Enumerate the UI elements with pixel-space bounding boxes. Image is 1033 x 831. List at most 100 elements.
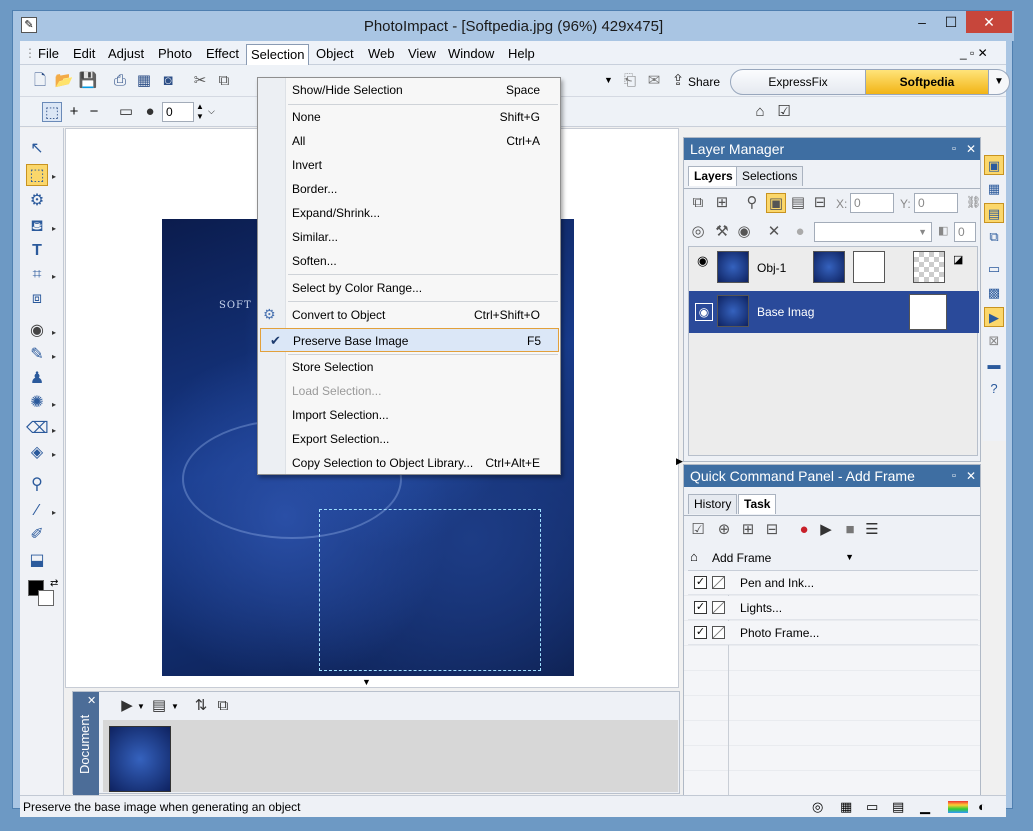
eye-tool-icon[interactable]: ◉ [26, 320, 48, 342]
stamp-tool-icon[interactable]: ♟ [26, 368, 48, 390]
task-row-pen-and-ink[interactable]: ✓ Pen and Ink... [688, 571, 978, 595]
task-checkbox[interactable]: ✓ [694, 626, 707, 639]
tab-task[interactable]: Task [738, 494, 777, 514]
share-label[interactable]: Share [688, 75, 720, 89]
stop-icon[interactable]: ■ [840, 520, 860, 540]
document-panel-tab[interactable]: ✕ Document [73, 692, 99, 795]
status-ruler-icon[interactable]: ▁ [920, 799, 930, 815]
status-zoom-icon[interactable]: ◐ [978, 799, 986, 814]
task-insert-icon[interactable]: ⊞ [738, 520, 758, 540]
status-size-icon[interactable]: ▭ [866, 799, 878, 815]
cut-icon[interactable]: ✂ [190, 71, 210, 91]
effect-tool-icon[interactable]: ✺ [26, 392, 48, 414]
camera-icon[interactable]: ◙ [158, 71, 178, 91]
layer-search-icon[interactable]: ⚲ [742, 193, 762, 213]
status-color-icon[interactable] [948, 801, 968, 813]
expressfix-button[interactable]: ExpressFix [730, 69, 866, 95]
y-position-input[interactable]: 0 [914, 193, 958, 213]
menu-item-preserve-base-image[interactable]: ✔ Preserve Base Image F5 [260, 328, 559, 352]
task-checkbox[interactable]: ✓ [694, 576, 707, 589]
menu-item-soften[interactable]: Soften... [258, 249, 560, 273]
soft-edge-input[interactable]: 0 [162, 102, 194, 122]
menu-item-export-selection[interactable]: Export Selection... [258, 427, 560, 451]
quick-command-toggle-icon[interactable]: ▤ [984, 203, 1004, 223]
record-icon[interactable]: ● [794, 520, 814, 540]
quick-panel-restore-icon[interactable]: ▫ [952, 465, 956, 487]
brush-tool-icon[interactable]: ✎ [26, 344, 48, 366]
opacity-input[interactable]: 0 [954, 222, 976, 242]
menu-item-invert[interactable]: Invert [258, 153, 560, 177]
tool-flyout-icon[interactable]: ▸ [52, 426, 56, 435]
frame-tool-icon[interactable]: ⧈ [26, 288, 48, 310]
document-panel-close-icon[interactable]: ✕ [87, 694, 96, 707]
layer-merge-icon[interactable]: ⧉ [688, 193, 708, 213]
marquee-shape-icon[interactable]: ▭ [116, 102, 136, 122]
menu-item-none[interactable]: None Shift+G [258, 105, 560, 129]
menu-adjust[interactable]: Adjust [104, 45, 148, 62]
crop-tool-icon[interactable]: ⌗ [26, 264, 48, 286]
menu-file[interactable]: File [34, 45, 63, 62]
copy-docs-icon[interactable]: ⧉ [213, 696, 233, 716]
play-dropdown-icon[interactable]: ▼ [137, 702, 145, 711]
task-list-icon[interactable]: ☰ [862, 520, 882, 540]
background-color-swatch[interactable] [38, 590, 54, 606]
task-row-lights[interactable]: ✓ Lights... [688, 596, 978, 620]
zoom-tool-icon[interactable]: ⚲ [26, 474, 48, 496]
menu-object[interactable]: Object [312, 45, 358, 62]
layer-row-base[interactable]: ◉ Base Imag [689, 291, 979, 333]
play-task-icon[interactable]: ▶ [816, 520, 836, 540]
share-icon[interactable]: ⇪ [668, 71, 688, 91]
sort-icon[interactable]: ⇅ [191, 696, 211, 716]
blend-mode-select[interactable]: ▼ [814, 222, 932, 242]
menu-item-expand-shrink[interactable]: Expand/Shrink... [258, 201, 560, 225]
tool-flyout-icon[interactable]: ▸ [52, 352, 56, 361]
easy-palette-icon[interactable]: ▦ [984, 179, 1004, 199]
layer-shadow-icon[interactable]: ● [790, 222, 810, 242]
quick-panel-close-icon[interactable]: ✕ [966, 465, 976, 487]
layer-view-icon[interactable]: ▣ [766, 193, 786, 213]
tool-flyout-icon[interactable]: ▸ [52, 172, 56, 181]
workspace-collapse-arrow[interactable]: ▼ [362, 677, 371, 687]
save-icon[interactable]: 💾 [78, 71, 98, 91]
spinner-arrows[interactable]: ▲ ▼ [196, 102, 204, 122]
layer-panel-restore-icon[interactable]: ▫ [952, 138, 956, 160]
selection-marquee[interactable] [319, 509, 541, 671]
task-checkbox[interactable]: ✓ [694, 601, 707, 614]
play-icon[interactable]: ▶ [117, 696, 137, 716]
layer-eye-icon[interactable]: ◉ [697, 253, 708, 269]
status-grid-icon[interactable]: ▦ [840, 799, 852, 815]
tab-history[interactable]: History [688, 494, 738, 514]
selection-tool-icon[interactable]: ⬚ [26, 164, 48, 186]
tool-flyout-icon[interactable]: ▸ [52, 328, 56, 337]
path-tool-icon[interactable]: ⬓ [26, 550, 48, 572]
layer-panel-close-icon[interactable]: ✕ [966, 138, 976, 160]
layer-tools-icon[interactable]: ⚒ [712, 222, 732, 242]
status-mask-icon[interactable]: ◎ [812, 799, 823, 815]
task-dropdown-arrow[interactable]: ▼ [845, 552, 854, 562]
view-dropdown-icon[interactable]: ▼ [171, 702, 179, 711]
task-label[interactable]: Lights... [740, 601, 782, 615]
pick-tool-icon[interactable]: ↖ [26, 138, 48, 160]
menu-edit[interactable]: Edit [69, 45, 99, 62]
bucket-tool-icon[interactable]: ⛾ [26, 216, 48, 238]
menu-item-similar[interactable]: Similar... [258, 225, 560, 249]
soften-icon[interactable]: ● [140, 102, 160, 122]
menu-item-import-selection[interactable]: Import Selection... [258, 403, 560, 427]
task-add-icon[interactable]: ⊕ [714, 520, 734, 540]
panel-splitter-icon[interactable]: ▶ [676, 456, 683, 467]
history-toggle-icon[interactable]: ⧉ [984, 227, 1004, 247]
toolbar-combo-arrow[interactable]: ▼ [604, 75, 613, 85]
layer-mask-icon[interactable]: ◎ [688, 222, 708, 242]
transform-tool-icon[interactable]: ⚙ [26, 190, 48, 212]
document-toggle-icon[interactable]: ▭ [984, 259, 1004, 279]
menu-window[interactable]: Window [444, 45, 498, 62]
map-icon[interactable]: ⊠ [984, 331, 1004, 351]
check-icon[interactable]: ☑ [774, 102, 794, 122]
monitor-icon[interactable]: ▬ [984, 355, 1004, 375]
menu-item-store-selection[interactable]: Store Selection [258, 355, 560, 379]
menu-photo[interactable]: Photo [154, 45, 196, 62]
scan-icon[interactable]: ⎙ [110, 71, 130, 91]
menu-effect[interactable]: Effect [202, 45, 243, 62]
eyedropper-tool-icon[interactable]: ⁄ [26, 500, 48, 522]
layer-options-icon[interactable]: ◪ [953, 253, 963, 266]
